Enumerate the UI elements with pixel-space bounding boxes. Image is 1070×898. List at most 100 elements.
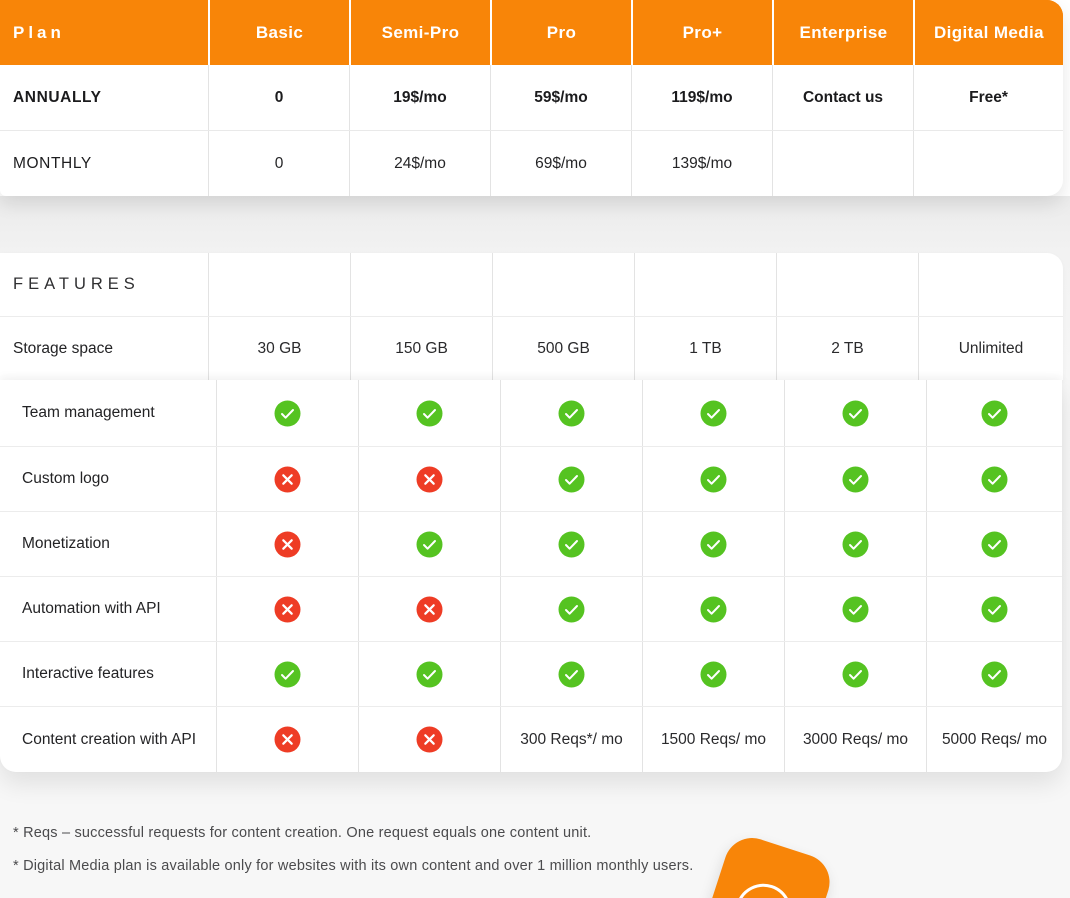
- check-icon: [842, 466, 869, 493]
- check-icon: [558, 596, 585, 623]
- check-icon: [558, 661, 585, 688]
- feature-label: Interactive features: [0, 642, 216, 706]
- monthly-price-basic: 0: [208, 131, 349, 196]
- feature-row-interactive-features: Interactive features: [0, 641, 1062, 706]
- feature-row-automation-with-api: Automation with API: [0, 576, 1062, 641]
- features-title-spacer: [492, 253, 634, 316]
- cross-icon: [274, 466, 301, 493]
- plan-header-pro-plus: Pro+: [631, 0, 772, 65]
- features-title-spacer: [634, 253, 776, 316]
- features-table: FEATURES Storage space 30 GB 150 GB 500 …: [0, 253, 1063, 772]
- check-icon: [981, 531, 1008, 558]
- feature-label: Team management: [0, 380, 216, 446]
- feature-cell: [216, 642, 358, 706]
- footnote-reqs: * Reqs – successful requests for content…: [13, 825, 773, 841]
- feature-cell: [358, 380, 500, 446]
- feature-cell: [642, 380, 784, 446]
- feature-cell: [358, 447, 500, 511]
- feature-cell: [642, 642, 784, 706]
- check-icon: [981, 466, 1008, 493]
- check-icon: [842, 661, 869, 688]
- feature-cell: [216, 380, 358, 446]
- feature-cell: [500, 642, 642, 706]
- features-panel: Team management Custom logo Monetization: [0, 380, 1062, 772]
- pricing-page: Plan Basic Semi-Pro Pro Pro+ Enterprise …: [0, 0, 1070, 898]
- plan-header-label: Plan: [0, 0, 208, 65]
- monthly-label: MONTHLY: [0, 131, 208, 196]
- feature-cell: 3000 Reqs/ mo: [784, 707, 926, 772]
- check-icon: [558, 400, 585, 427]
- feature-cell: [926, 577, 1062, 641]
- features-title-spacer: [776, 253, 918, 316]
- feature-cell: [642, 447, 784, 511]
- feature-cell: 300 Reqs*/ mo: [500, 707, 642, 772]
- annually-price-digital-media: Free*: [913, 65, 1063, 130]
- plan-header-semi-pro: Semi-Pro: [349, 0, 490, 65]
- feature-cell: [500, 512, 642, 576]
- check-icon: [842, 531, 869, 558]
- feature-cell: [784, 380, 926, 446]
- features-title-spacer: [350, 253, 492, 316]
- feature-cell: [926, 447, 1062, 511]
- feature-cell: [216, 577, 358, 641]
- pricing-table: Plan Basic Semi-Pro Pro Pro+ Enterprise …: [0, 0, 1063, 196]
- feature-cell: [500, 380, 642, 446]
- plan-header-pro: Pro: [490, 0, 631, 65]
- feature-cell: [500, 577, 642, 641]
- monthly-price-semi-pro: 24$/mo: [349, 131, 490, 196]
- check-icon: [274, 400, 301, 427]
- plan-header-enterprise: Enterprise: [772, 0, 913, 65]
- features-title: FEATURES: [0, 253, 208, 316]
- storage-semi-pro: 150 GB: [350, 317, 492, 380]
- check-icon: [416, 531, 443, 558]
- check-icon: [416, 661, 443, 688]
- feature-cell: 1500 Reqs/ mo: [642, 707, 784, 772]
- monthly-price-enterprise: [772, 131, 913, 196]
- cross-icon: [416, 726, 443, 753]
- cross-icon: [274, 531, 301, 558]
- check-icon: [981, 661, 1008, 688]
- check-icon: [416, 400, 443, 427]
- feature-label: Automation with API: [0, 577, 216, 641]
- feature-cell: [926, 512, 1062, 576]
- check-icon: [842, 596, 869, 623]
- annually-price-pro-plus: 119$/mo: [631, 65, 772, 130]
- storage-row: Storage space 30 GB 150 GB 500 GB 1 TB 2…: [0, 317, 1063, 380]
- feature-cell: [926, 380, 1062, 446]
- monthly-price-digital-media: [913, 131, 1063, 196]
- cross-icon: [416, 596, 443, 623]
- feature-label: Monetization: [0, 512, 216, 576]
- storage-digital-media: Unlimited: [918, 317, 1063, 380]
- features-title-spacer: [208, 253, 350, 316]
- feature-cell: [216, 447, 358, 511]
- feature-cell: [358, 512, 500, 576]
- feature-cell: [642, 512, 784, 576]
- storage-pro-plus: 1 TB: [634, 317, 776, 380]
- check-icon: [558, 531, 585, 558]
- feature-cell: [216, 512, 358, 576]
- feature-cell: [216, 707, 358, 772]
- contact-us-link[interactable]: Contact us: [772, 65, 913, 130]
- annually-price-pro: 59$/mo: [490, 65, 631, 130]
- chat-ring-icon: [728, 877, 799, 898]
- plan-header-row: Plan Basic Semi-Pro Pro Pro+ Enterprise …: [0, 0, 1063, 65]
- features-head: FEATURES Storage space 30 GB 150 GB 500 …: [0, 253, 1063, 380]
- feature-cell: [784, 577, 926, 641]
- feature-cell: 5000 Reqs/ mo: [926, 707, 1062, 772]
- feature-cell: [642, 577, 784, 641]
- feature-cell: [358, 642, 500, 706]
- feature-cell: [358, 577, 500, 641]
- cross-icon: [274, 726, 301, 753]
- cross-icon: [416, 466, 443, 493]
- feature-cell: [500, 447, 642, 511]
- monthly-price-pro: 69$/mo: [490, 131, 631, 196]
- storage-basic: 30 GB: [208, 317, 350, 380]
- feature-cell: [926, 642, 1062, 706]
- feature-label: Content creation with API: [0, 707, 216, 772]
- annually-price-semi-pro: 19$/mo: [349, 65, 490, 130]
- storage-label: Storage space: [0, 317, 208, 380]
- feature-row-team-management: Team management: [0, 380, 1062, 446]
- check-icon: [700, 661, 727, 688]
- monthly-price-pro-plus: 139$/mo: [631, 131, 772, 196]
- feature-cell: [784, 512, 926, 576]
